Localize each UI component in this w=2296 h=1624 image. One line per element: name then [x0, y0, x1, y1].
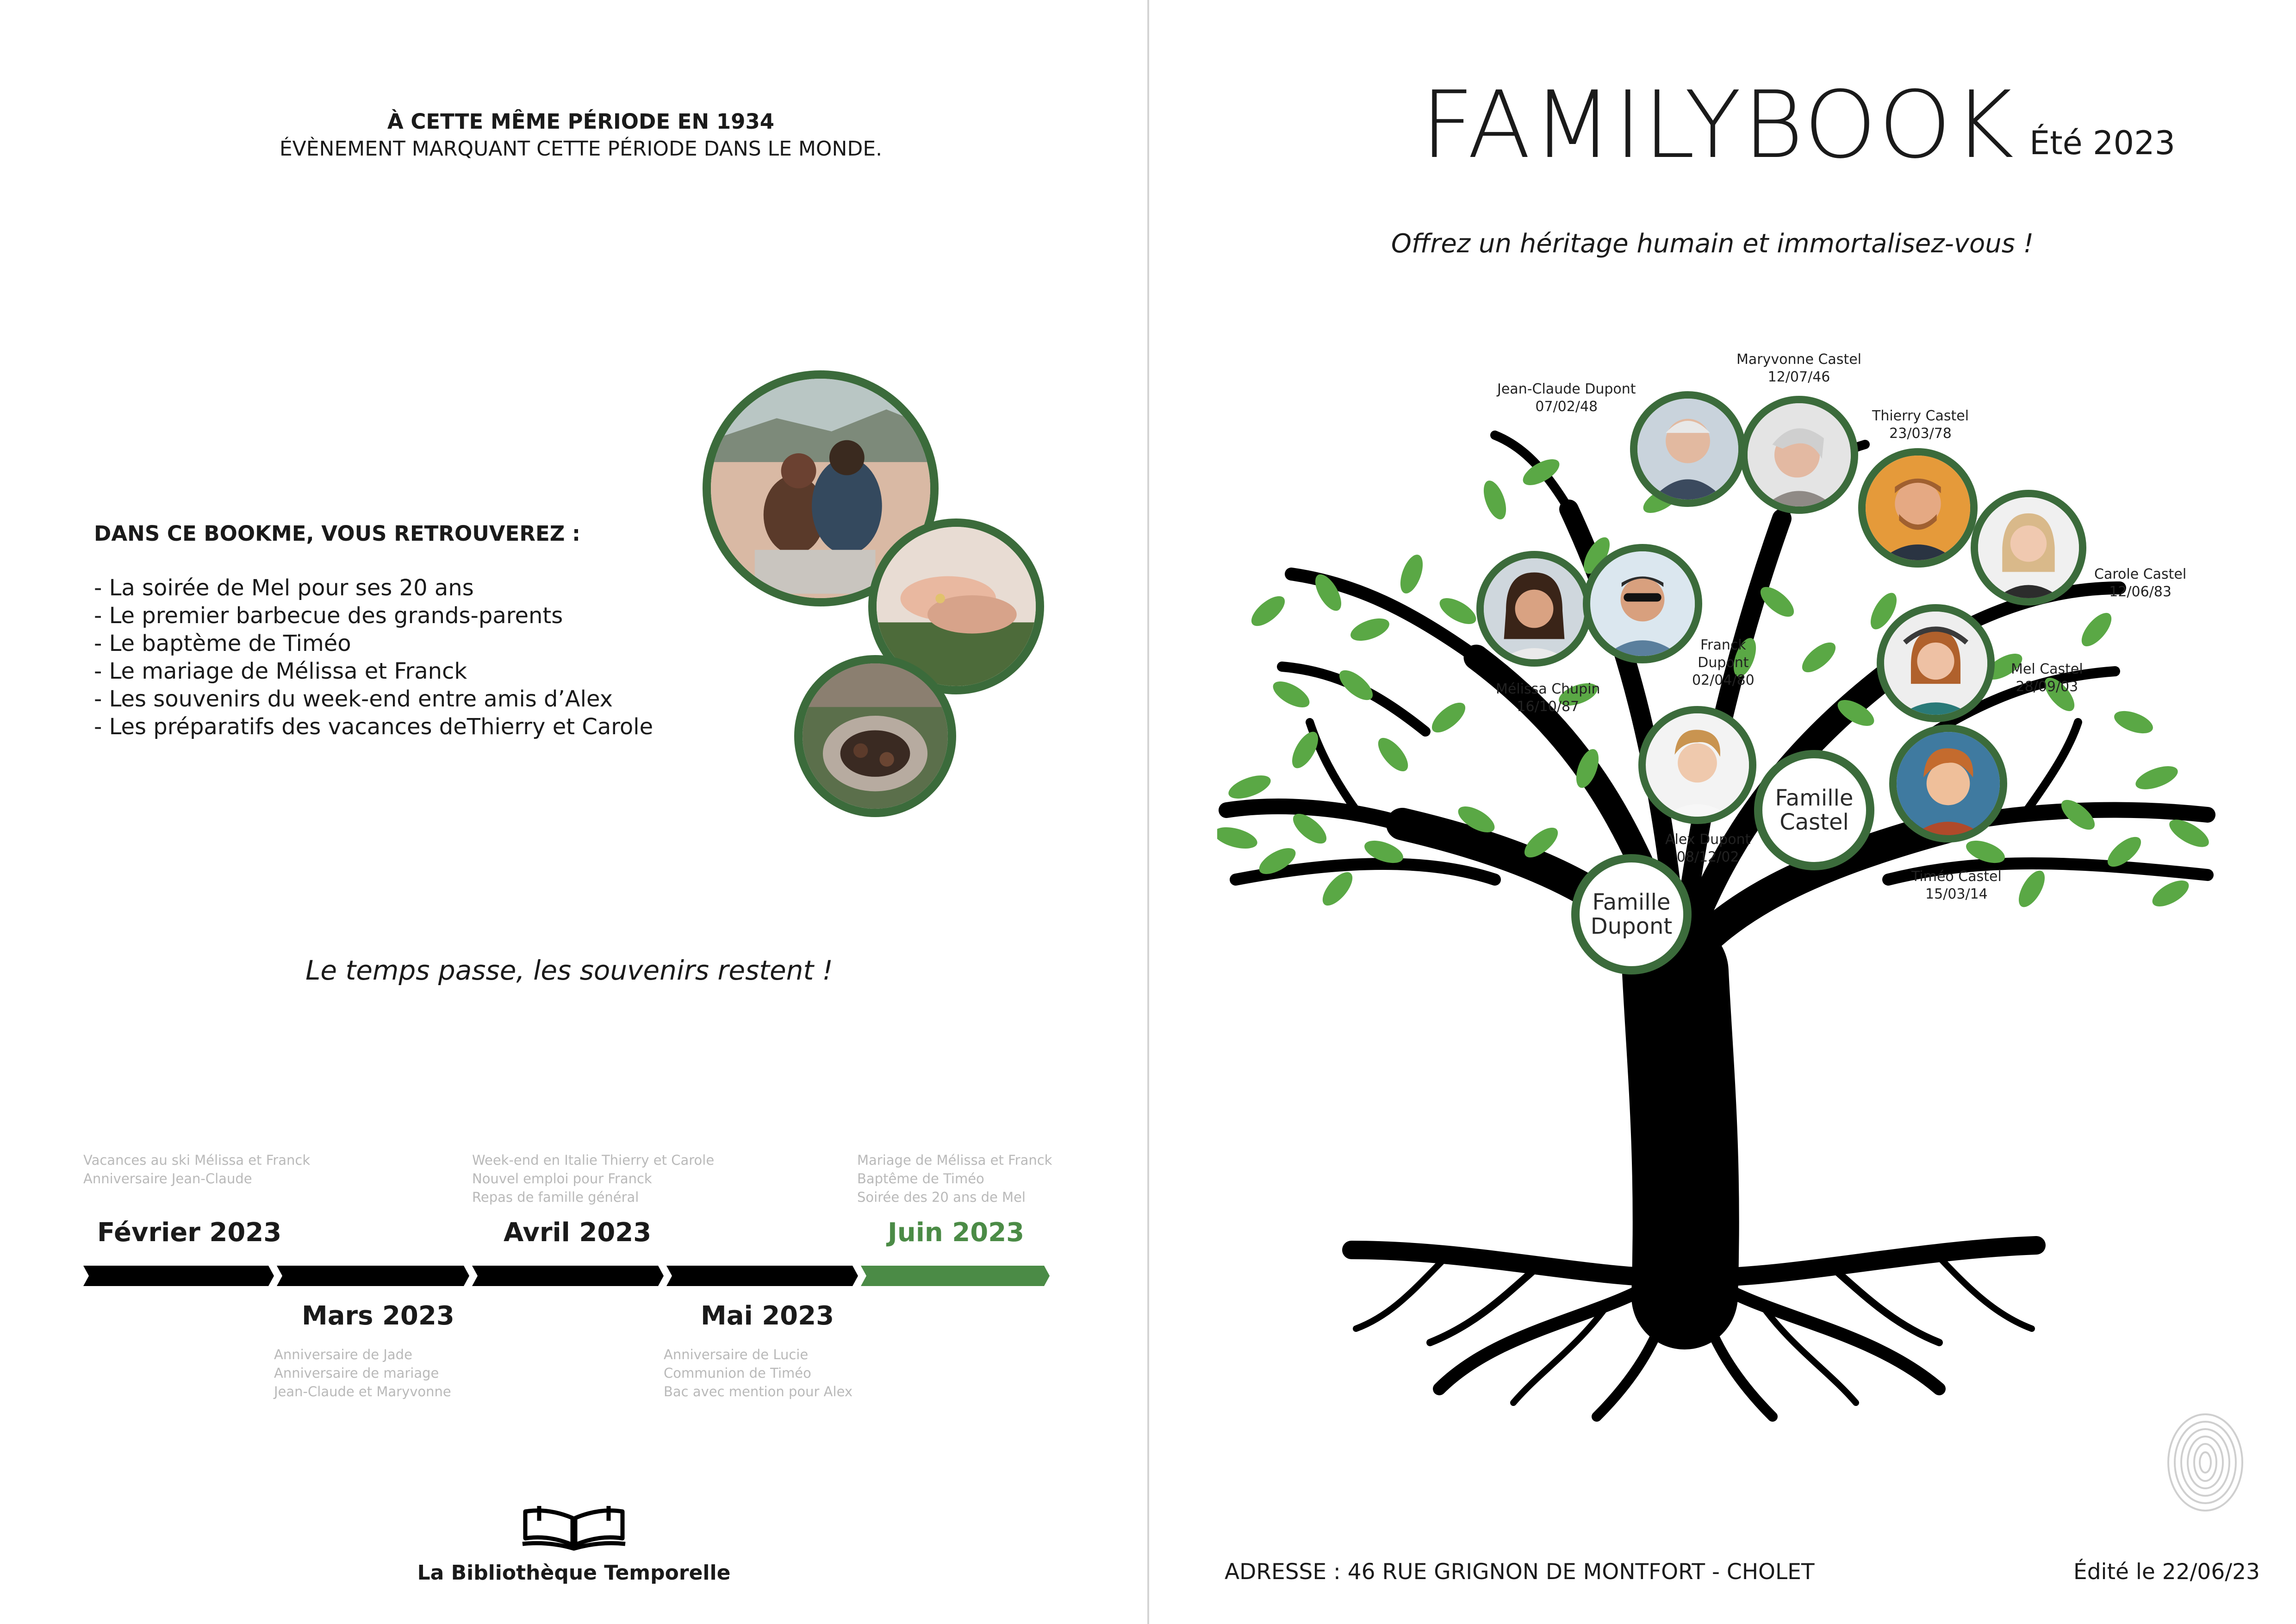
familybook-slogan: Offrez un héritage humain et immortalise… [1391, 229, 2034, 259]
month-feb: Février 2023 [97, 1218, 282, 1248]
list-item: Le mariage de Mélissa et Franck [94, 657, 653, 685]
family-node-castel: Famille Castel [1754, 750, 1874, 870]
avatar-alex [1638, 706, 1756, 824]
person-date: 12/06/83 [2109, 584, 2172, 600]
person-name: Alex Dupont [1665, 831, 1751, 848]
person-name: Mélissa Chupin [1496, 681, 1600, 697]
person-date: 23/03/78 [1889, 425, 1952, 442]
person-name: Timéo Castel [1911, 868, 2002, 885]
event-text: Mariage de Mélissa et Franck [857, 1152, 1052, 1168]
events-jun: Mariage de Mélissa et Franck Baptême de … [857, 1151, 1052, 1206]
list-item: Le premier barbecue des grands-parents [94, 602, 653, 630]
library-name: La Bibliothèque Temporelle [417, 1561, 731, 1585]
fingerprint-icon [2167, 1413, 2243, 1512]
person-name: Thierry Castel [1872, 408, 1969, 424]
slogan: Le temps passe, les souvenirs restent ! [305, 955, 833, 986]
month-mar: Mars 2023 [302, 1301, 454, 1331]
event-text: Anniversaire de Jade [274, 1347, 412, 1362]
page-spine [1147, 0, 1149, 1624]
timeline-arrows [83, 1266, 1050, 1286]
events-may: Anniversaire de Lucie Communion de Timéo… [664, 1345, 852, 1401]
familybook-title: FAMILYBOOK [1421, 71, 2016, 179]
period-subtitle: ÉVÈNEMENT MARQUANT CETTE PÉRIODE DANS LE… [279, 137, 883, 161]
edited-date: Édité le 22/06/23 [2073, 1559, 2260, 1585]
event-text: Bac avec mention pour Alex [664, 1384, 853, 1399]
avatar-carole [1971, 490, 2086, 606]
avatar-thierry [1858, 448, 1978, 568]
timeline-arrow-may [666, 1266, 858, 1286]
event-text: Anniversaire de mariage [274, 1365, 439, 1381]
person-name: Carole Castel [2094, 566, 2187, 582]
photo-barbecue [794, 655, 956, 817]
avatar-mel [1877, 604, 1995, 722]
event-text: Anniversaire de Lucie [664, 1347, 809, 1362]
person-name: Mel Castel [2011, 661, 2083, 677]
person-label: Alex Dupont 08/12/02 [1665, 831, 1750, 866]
person-label: Mel Castel 28/09/03 [2011, 661, 2083, 696]
list-item: Les préparatifs des vacances deThierry e… [94, 713, 653, 741]
event-text: Vacances au ski Mélissa et Franck [83, 1152, 311, 1168]
event-text: Anniversaire Jean-Claude [83, 1171, 252, 1187]
person-date: 07/02/48 [1535, 399, 1598, 415]
timeline-arrow-mar [277, 1266, 469, 1286]
event-text: Nouvel emploi pour Franck [472, 1171, 652, 1187]
person-label: Maryvonne Castel 12/07/46 [1736, 351, 1861, 386]
open-book-icon [522, 1506, 626, 1551]
avatar-franck [1583, 544, 1702, 663]
events-feb: Vacances au ski Mélissa et Franck Annive… [83, 1151, 310, 1188]
event-text: Baptême de Timéo [857, 1171, 984, 1187]
person-date: 08/12/02 [1676, 849, 1739, 865]
person-label: Jean-Claude Dupont 07/02/48 [1497, 381, 1636, 416]
person-date: 16/10/87 [1517, 699, 1580, 715]
avatar-melissa [1476, 551, 1592, 667]
month-may: Mai 2023 [701, 1301, 834, 1331]
events-apr: Week-end en Italie Thierry et Carole Nou… [472, 1151, 714, 1206]
season-label: Été 2023 [2029, 124, 2176, 162]
timeline-arrow-feb [83, 1266, 274, 1286]
event-text: Communion de Timéo [664, 1365, 811, 1381]
month-apr: Avril 2023 [504, 1218, 652, 1248]
event-text: Soirée des 20 ans de Mel [857, 1189, 1026, 1205]
event-text: Week-end en Italie Thierry et Carole [472, 1152, 715, 1168]
list-item: Le baptème de Timéo [94, 630, 653, 657]
family-node-dupont: Famille Dupont [1571, 854, 1692, 974]
person-date: 12/07/46 [1767, 369, 1830, 385]
person-name: Franck [1700, 637, 1746, 653]
person-name: Dupont [1698, 655, 1749, 671]
person-label: Timéo Castel 15/03/14 [1911, 868, 2002, 903]
person-label: Thierry Castel 23/03/78 [1872, 407, 1969, 443]
address: ADRESSE : 46 RUE GRIGNON DE MONTFORT - C… [1225, 1559, 1815, 1585]
list-item: La soirée de Mel pour ses 20 ans [94, 574, 653, 602]
timeline-arrow-apr [472, 1266, 664, 1286]
bookme-list: La soirée de Mel pour ses 20 ans Le prem… [94, 574, 653, 741]
period-title: À CETTE MÊME PÉRIODE EN 1934 [387, 109, 775, 134]
person-name: Jean-Claude Dupont [1497, 381, 1636, 397]
person-label: Carole Castel 12/06/83 [2094, 566, 2186, 601]
person-label: Mélissa Chupin 16/10/87 [1496, 681, 1600, 716]
bookme-title: DANS CE BOOKME, VOUS RETROUVEREZ : [94, 521, 580, 546]
avatar-timeo [1889, 725, 2007, 843]
events-mar: Anniversaire de Jade Anniversaire de mar… [274, 1345, 451, 1401]
person-label: Franck Dupont 02/04/80 [1692, 637, 1755, 689]
event-text: Repas de famille général [472, 1189, 639, 1205]
event-text: Jean-Claude et Maryvonne [274, 1384, 451, 1399]
month-jun: Juin 2023 [888, 1218, 1025, 1248]
person-name: Maryvonne Castel [1736, 351, 1861, 368]
person-date: 02/04/80 [1692, 672, 1755, 688]
list-item: Les souvenirs du week-end entre amis d’A… [94, 685, 653, 713]
person-date: 15/03/14 [1925, 886, 1988, 902]
person-date: 28/09/03 [2016, 679, 2078, 695]
timeline-arrow-jun [861, 1266, 1050, 1286]
avatar-maryvonne [1740, 396, 1858, 514]
avatar-jean-claude [1630, 391, 1746, 507]
